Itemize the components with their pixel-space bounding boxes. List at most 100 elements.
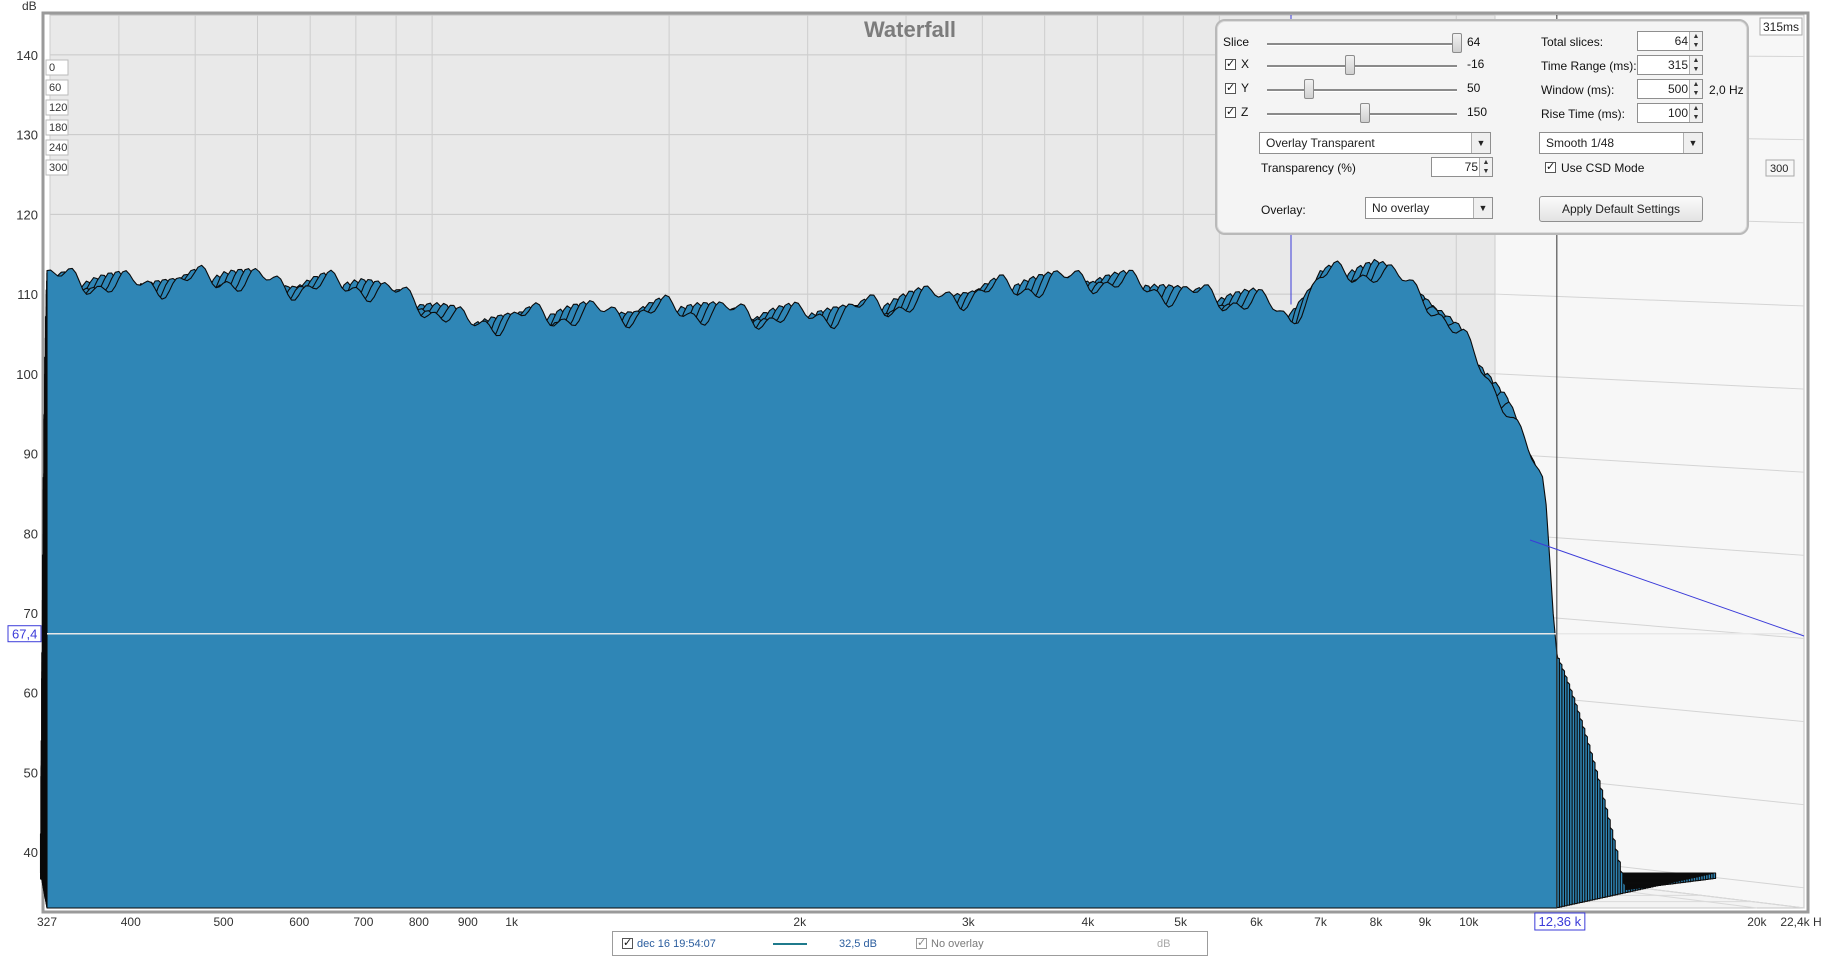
rise-time-value: 100	[1667, 106, 1688, 120]
time-axis-label: 180	[49, 122, 67, 134]
slice-slider-thumb[interactable]	[1452, 33, 1462, 53]
apply-default-settings-button[interactable]: Apply Default Settings	[1539, 196, 1703, 222]
smoothing-value: Smooth 1/48	[1546, 136, 1615, 150]
x-tick-label: 22,4k Hz	[1780, 915, 1821, 929]
x-slider[interactable]	[1267, 65, 1457, 68]
total-slices-input[interactable]: 64 ▲ ▼	[1637, 31, 1703, 51]
use-csd-label: Use CSD Mode	[1561, 161, 1645, 175]
y-tick-label: 80	[24, 526, 38, 541]
series-line-swatch	[773, 943, 807, 945]
overlay-mode-value: Overlay Transparent	[1266, 136, 1375, 150]
use-csd-checkbox[interactable]: ✓	[1545, 162, 1556, 173]
time-axis-label: 120	[49, 102, 67, 114]
spinner-arrows-icon[interactable]: ▲ ▼	[1689, 80, 1702, 98]
spinner-arrows-icon[interactable]: ▲ ▼	[1689, 32, 1702, 50]
y-tick-label: 70	[24, 606, 38, 621]
total-slices-value: 64	[1674, 34, 1688, 48]
y-tick-label: 40	[24, 845, 38, 860]
x-tick-label: 7k	[1314, 915, 1328, 929]
legend-unit: dB	[1157, 938, 1171, 950]
x-tick-label: 3k	[962, 915, 976, 929]
y-slider-thumb[interactable]	[1304, 79, 1314, 99]
spinner-arrows-icon[interactable]: ▲ ▼	[1689, 56, 1702, 74]
x-tick-label: 1k	[505, 915, 519, 929]
spinner-arrows-icon[interactable]: ▲ ▼	[1689, 104, 1702, 122]
rise-time-label: Rise Time (ms):	[1541, 107, 1625, 121]
y-slider[interactable]	[1267, 89, 1457, 92]
x-tick-label: 4k	[1082, 915, 1096, 929]
waterfall-controls-panel: Slice 64 ✓ X -16 ✓ Y 50 ✓ Z 150 Total sl…	[1215, 19, 1749, 235]
transparency-label: Transparency (%)	[1261, 161, 1356, 175]
x-tick-label: 327	[37, 915, 57, 929]
chevron-down-icon[interactable]: ▼	[1683, 133, 1702, 153]
time-range-label: Time Range (ms):	[1541, 59, 1637, 73]
time-axis-label-right: 300	[1770, 163, 1788, 175]
z-slider-thumb[interactable]	[1359, 103, 1370, 123]
x-tick-label: 600	[289, 915, 309, 929]
smoothing-select[interactable]: Smooth 1/48 ▼	[1539, 132, 1703, 154]
slice-slider[interactable]	[1267, 43, 1457, 46]
window-label: Window (ms):	[1541, 83, 1615, 97]
x-value: -16	[1467, 57, 1485, 71]
x-tick-label: 5k	[1174, 915, 1188, 929]
x-slider-thumb[interactable]	[1344, 55, 1355, 75]
transparency-value: 75	[1464, 160, 1478, 174]
rise-time-input[interactable]: 100 ▲ ▼	[1637, 103, 1703, 123]
overlay-checkbox[interactable]: ✓	[916, 938, 927, 949]
time-range-value: 315	[1667, 58, 1688, 72]
x-checkbox[interactable]: ✓	[1225, 59, 1236, 70]
window-value: 500	[1667, 82, 1688, 96]
time-range-input[interactable]: 315 ▲ ▼	[1637, 55, 1703, 75]
time-axis-label: 60	[49, 82, 61, 94]
cursor-y-label: 67,4	[12, 627, 37, 642]
y-value: 50	[1467, 81, 1481, 95]
x-tick-label: 500	[214, 915, 234, 929]
x-tick-label: 400	[121, 915, 141, 929]
slices-layer	[39, 258, 1717, 909]
z-checkbox[interactable]: ✓	[1225, 107, 1236, 118]
x-tick-label: 2k	[793, 915, 807, 929]
x-tick-label: 9k	[1419, 915, 1433, 929]
window-frequency: 2,0 Hz	[1709, 83, 1744, 97]
overlay-label: Overlay:	[1261, 203, 1306, 217]
x-tick-label: 700	[353, 915, 373, 929]
z-label: Z	[1241, 105, 1249, 119]
window-input[interactable]: 500 ▲ ▼	[1637, 79, 1703, 99]
legend-overlay-name: No overlay	[931, 938, 984, 950]
measurement-name[interactable]: dec 16 19:54:07	[637, 938, 716, 950]
time-axis-label: 0	[49, 62, 55, 74]
total-slices-label: Total slices:	[1541, 35, 1604, 49]
chevron-down-icon[interactable]: ▼	[1473, 198, 1492, 218]
measurement-level: 32,5 dB	[839, 938, 877, 950]
y-checkbox[interactable]: ✓	[1225, 83, 1236, 94]
overlay-mode-select[interactable]: Overlay Transparent ▼	[1259, 132, 1491, 154]
y-tick-label: 110	[17, 287, 38, 302]
y-tick-label: 60	[24, 686, 38, 701]
time-axis-label: 240	[49, 142, 67, 154]
x-tick-label: 900	[458, 915, 478, 929]
z-range-label: 315ms	[1763, 20, 1799, 34]
x-tick-label: 8k	[1370, 915, 1384, 929]
y-tick-label: 90	[24, 447, 38, 462]
y-tick-label: 50	[24, 765, 38, 780]
z-value: 150	[1467, 105, 1488, 119]
x-tick-label: 10k	[1459, 915, 1479, 929]
x-tick-label: 20k	[1747, 915, 1767, 929]
y-tick-label: 100	[16, 367, 38, 382]
x-label: X	[1241, 57, 1250, 71]
y-tick-label: 140	[16, 48, 38, 63]
slice-value: 64	[1467, 35, 1481, 49]
transparency-input[interactable]: 75 ▲ ▼	[1431, 157, 1493, 177]
y-tick-label: 120	[16, 207, 38, 222]
time-axis-label: 300	[49, 162, 67, 174]
measurement-checkbox[interactable]: ✓	[622, 938, 633, 949]
overlay-select[interactable]: No overlay ▼	[1365, 197, 1493, 219]
y-axis-title: dB	[22, 0, 37, 13]
chevron-down-icon[interactable]: ▼	[1471, 133, 1490, 153]
chart-title: Waterfall	[864, 17, 956, 42]
spinner-arrows-icon[interactable]: ▲ ▼	[1479, 158, 1492, 176]
waterfall-slice	[46, 260, 1558, 909]
x-tick-label: 800	[409, 915, 429, 929]
overlay-value: No overlay	[1372, 201, 1430, 215]
y-tick-label: 130	[16, 128, 38, 143]
